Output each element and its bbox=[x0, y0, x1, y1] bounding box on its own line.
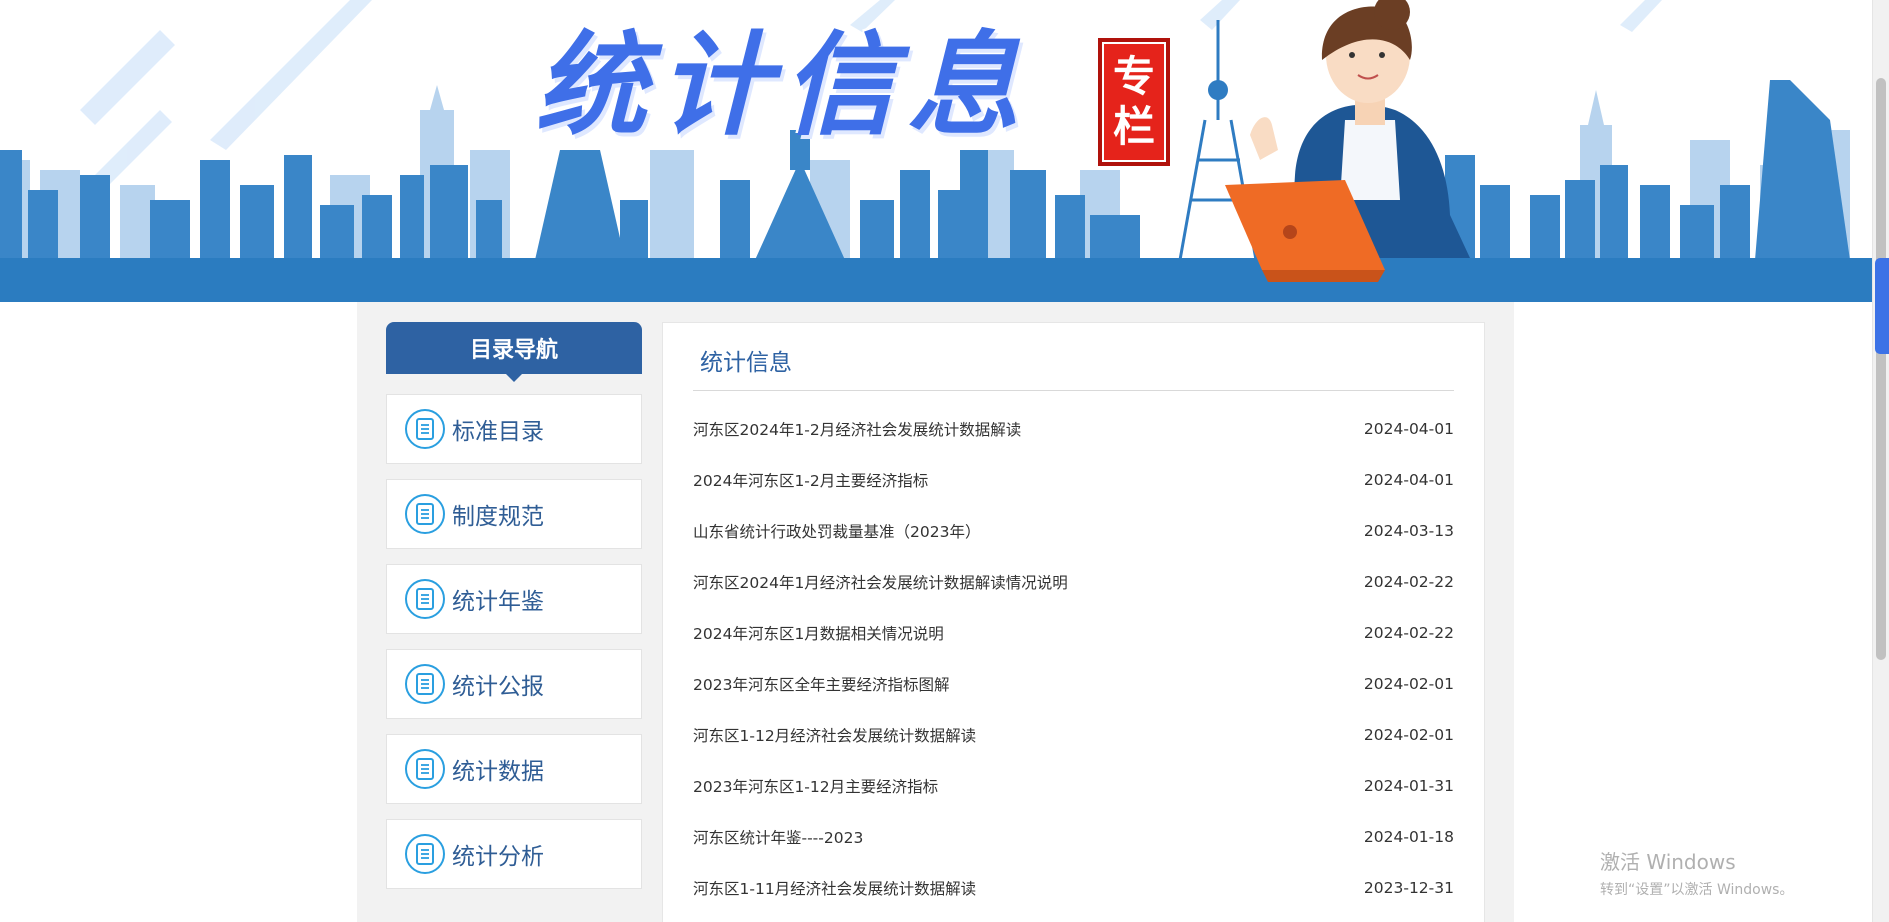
statistics-list-panel: 统计信息 河东区2024年1-2月经济社会发展统计数据解读 2024-04-01 2… bbox=[662, 322, 1485, 922]
list-item: 2024年河东区1月数据相关情况说明 2024-02-22 bbox=[693, 607, 1454, 658]
article-date: 2024-02-22 bbox=[1363, 623, 1454, 642]
list-item: 山东省统计行政处罚裁量基准（2023年） 2024-03-13 bbox=[693, 505, 1454, 556]
article-link[interactable]: 河东区2024年1-2月经济社会发展统计数据解读 bbox=[693, 418, 1021, 440]
article-link[interactable]: 2023年河东区全年主要经济指标图解 bbox=[693, 673, 949, 695]
article-date: 2024-02-01 bbox=[1363, 674, 1454, 693]
list-item: 河东区统计年鉴----2023 2024-01-18 bbox=[693, 811, 1454, 862]
document-icon bbox=[405, 664, 445, 704]
list-item: 2023年河东区全年主要经济指标图解 2024-02-01 bbox=[693, 658, 1454, 709]
directory-nav: 目录导航 标准目录制度规范统计年鉴统计公报统计数据统计分析 bbox=[386, 322, 642, 889]
article-date: 2023-12-31 bbox=[1363, 878, 1454, 897]
nav-item-label: 统计分析 bbox=[452, 844, 544, 870]
article-date: 2024-04-01 bbox=[1363, 470, 1454, 489]
nav-list: 标准目录制度规范统计年鉴统计公报统计数据统计分析 bbox=[386, 394, 642, 889]
article-date: 2024-01-31 bbox=[1363, 776, 1454, 795]
article-link[interactable]: 河东区1-11月经济社会发展统计数据解读 bbox=[693, 877, 976, 899]
nav-header: 目录导航 bbox=[386, 322, 642, 382]
list-item: 2024年河东区1-2月主要经济指标 2024-04-01 bbox=[693, 454, 1454, 505]
nav-item[interactable]: 统计年鉴 bbox=[386, 564, 642, 634]
nav-item[interactable]: 标准目录 bbox=[386, 394, 642, 464]
list-item: 河东区2024年1月经济社会发展统计数据解读情况说明 2024-02-22 bbox=[693, 556, 1454, 607]
scrollbar-thumb[interactable] bbox=[1876, 78, 1886, 660]
article-link[interactable]: 河东区1-12月经济社会发展统计数据解读 bbox=[693, 724, 976, 746]
document-icon bbox=[405, 579, 445, 619]
banner-title: 统计信息 bbox=[535, 20, 1031, 151]
watermark-subtitle: 转到“设置”以激活 Windows。 bbox=[1600, 882, 1794, 898]
article-date: 2024-02-22 bbox=[1363, 572, 1454, 591]
windows-activation-watermark: 激活 Windows 转到“设置”以激活 Windows。 bbox=[1600, 846, 1793, 899]
nav-item-label: 统计年鉴 bbox=[452, 589, 544, 615]
list-item: 2023年河东区1-12月主要经济指标 2024-01-31 bbox=[693, 760, 1454, 811]
article-link[interactable]: 2023年河东区1-12月主要经济指标 bbox=[693, 775, 938, 797]
article-link[interactable]: 山东省统计行政处罚裁量基准（2023年） bbox=[693, 520, 980, 542]
document-icon bbox=[405, 749, 445, 789]
article-link[interactable]: 河东区2024年1月经济社会发展统计数据解读情况说明 bbox=[693, 571, 1068, 593]
article-link[interactable]: 河东区统计年鉴----2023 bbox=[693, 826, 863, 848]
list-item: 河东区1-11月经济社会发展统计数据解读 2023-12-31 bbox=[693, 862, 1454, 913]
list-item: 河东区2024年1-2月经济社会发展统计数据解读 2024-04-01 bbox=[693, 403, 1454, 454]
article-link[interactable]: 2024年河东区1-2月主要经济指标 bbox=[693, 469, 928, 491]
nav-item-label: 统计数据 bbox=[452, 759, 544, 785]
seal-char-2: 栏 bbox=[1112, 102, 1155, 151]
header-banner: 统计信息 专 栏 bbox=[0, 0, 1872, 302]
seal-char-1: 专 bbox=[1112, 52, 1155, 101]
article-date: 2024-03-13 bbox=[1363, 521, 1454, 540]
nav-item[interactable]: 制度规范 bbox=[386, 479, 642, 549]
side-float-tab[interactable] bbox=[1875, 258, 1889, 354]
article-date: 2024-02-01 bbox=[1363, 725, 1454, 744]
content-frame: 目录导航 标准目录制度规范统计年鉴统计公报统计数据统计分析 统计信息 河东区20… bbox=[357, 302, 1514, 922]
nav-item[interactable]: 统计公报 bbox=[386, 649, 642, 719]
document-icon bbox=[405, 409, 445, 449]
divider bbox=[693, 390, 1454, 391]
vertical-scrollbar[interactable] bbox=[1872, 0, 1889, 922]
list-item: 河东区1-12月经济社会发展统计数据解读 2024-02-01 bbox=[693, 709, 1454, 760]
document-icon bbox=[405, 494, 445, 534]
article-list: 河东区2024年1-2月经济社会发展统计数据解读 2024-04-01 2024年河… bbox=[693, 403, 1454, 913]
column-seal-stamp: 专 栏 bbox=[1098, 38, 1170, 166]
nav-item-label: 标准目录 bbox=[452, 419, 544, 445]
watermark-title: 激活 Windows bbox=[1600, 850, 1736, 874]
nav-item[interactable]: 统计数据 bbox=[386, 734, 642, 804]
nav-item-label: 制度规范 bbox=[452, 504, 544, 530]
article-date: 2024-01-18 bbox=[1363, 827, 1454, 846]
article-link[interactable]: 2024年河东区1月数据相关情况说明 bbox=[693, 622, 944, 644]
nav-item-label: 统计公报 bbox=[452, 674, 544, 700]
article-date: 2024-04-01 bbox=[1363, 419, 1454, 438]
nav-item[interactable]: 统计分析 bbox=[386, 819, 642, 889]
document-icon bbox=[405, 834, 445, 874]
panel-title: 统计信息 bbox=[700, 350, 792, 376]
